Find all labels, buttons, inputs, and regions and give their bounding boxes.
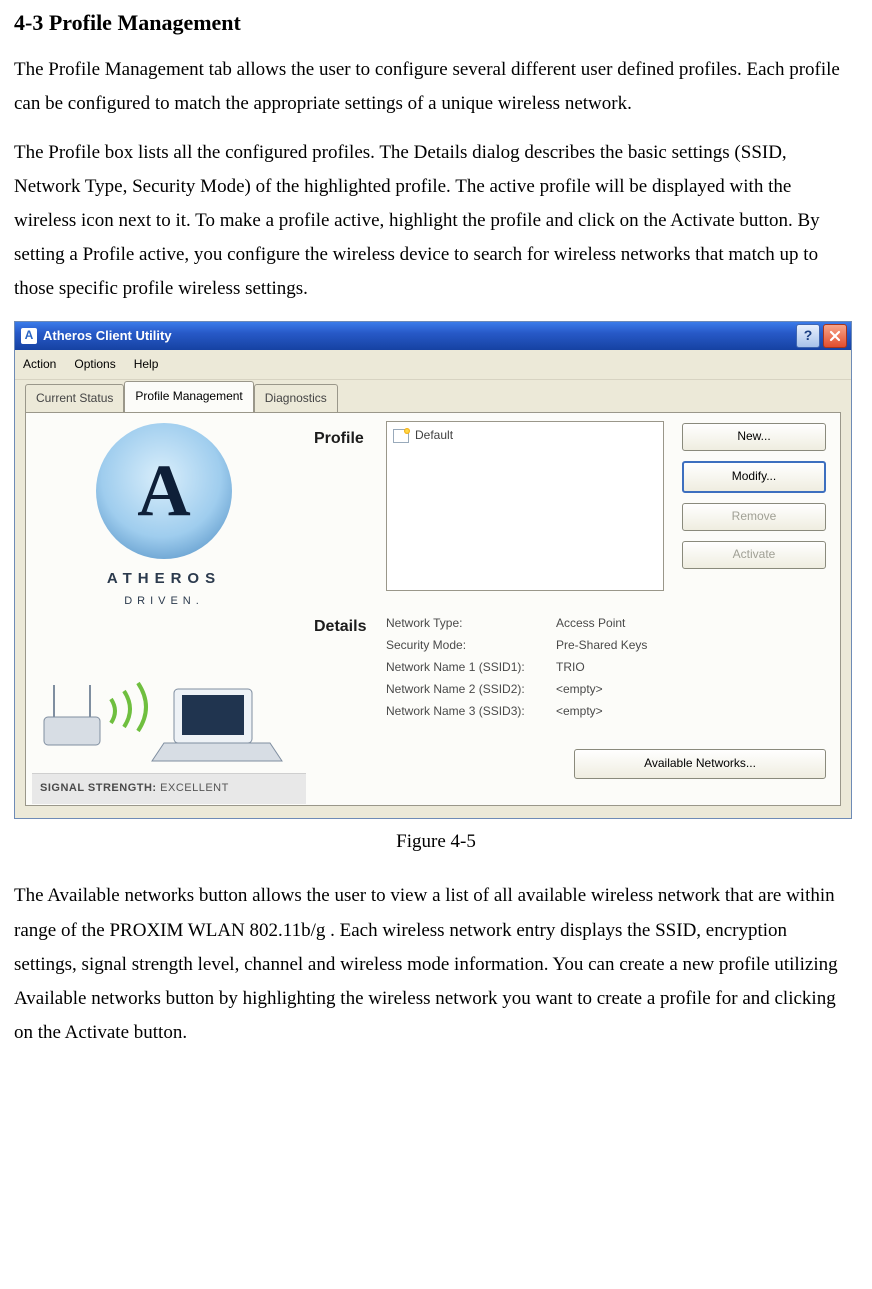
app-window: A Atheros Client Utility ? Action Option… — [14, 321, 852, 820]
tab-profile-management[interactable]: Profile Management — [124, 381, 253, 413]
logo-block: A ATHEROS DRIVEN. — [40, 423, 288, 612]
brand-tagline: DRIVEN. — [40, 592, 288, 612]
signal-value: EXCELLENT — [160, 782, 229, 794]
signal-label: SIGNAL STRENGTH: — [40, 782, 157, 794]
tab-panel: A ATHEROS DRIVEN. — [25, 412, 841, 806]
paragraph-3: The Available networks button allows the… — [14, 879, 854, 1050]
details-section-label: Details — [314, 613, 366, 642]
new-button[interactable]: New... — [682, 423, 826, 451]
profile-section-label: Profile — [314, 425, 364, 454]
paragraph-1: The Profile Management tab allows the us… — [14, 53, 854, 121]
figure-caption: Figure 4-5 — [14, 825, 858, 859]
available-networks-button[interactable]: Available Networks... — [574, 749, 826, 779]
logo-icon: A — [96, 423, 232, 559]
help-button[interactable]: ? — [796, 324, 820, 348]
activate-button[interactable]: Activate — [682, 541, 826, 569]
details-key: Network Name 2 (SSID2): — [386, 679, 556, 701]
details-key: Network Name 1 (SSID1): — [386, 657, 556, 679]
details-row: Network Name 2 (SSID2): <empty> — [386, 679, 686, 701]
profile-list[interactable]: Default — [386, 421, 664, 591]
details-key: Network Name 3 (SSID3): — [386, 701, 556, 723]
profile-icon — [393, 429, 409, 443]
menu-options[interactable]: Options — [74, 354, 115, 376]
details-row: Network Type: Access Point — [386, 613, 686, 635]
signal-strength-strip: SIGNAL STRENGTH: EXCELLENT — [32, 773, 306, 804]
details-row: Network Name 3 (SSID3): <empty> — [386, 701, 686, 723]
remove-button[interactable]: Remove — [682, 503, 826, 531]
paragraph-2: The Profile box lists all the configured… — [14, 136, 854, 307]
menu-action[interactable]: Action — [23, 354, 56, 376]
tab-current-status[interactable]: Current Status — [25, 384, 124, 414]
details-value: <empty> — [556, 701, 686, 723]
details-value: <empty> — [556, 679, 686, 701]
menu-help[interactable]: Help — [134, 354, 159, 376]
details-value: Access Point — [556, 613, 686, 635]
client-area: Current Status Profile Management Diagno… — [15, 380, 851, 818]
profile-item[interactable]: Default — [387, 422, 663, 450]
details-grid: Network Type: Access Point Security Mode… — [386, 613, 686, 723]
details-key: Network Type: — [386, 613, 556, 635]
details-row: Security Mode: Pre-Shared Keys — [386, 635, 686, 657]
brand-name: ATHEROS — [40, 565, 288, 592]
window-title: Atheros Client Utility — [43, 324, 793, 347]
profile-action-buttons: New... Modify... Remove Activate — [682, 423, 826, 569]
titlebar[interactable]: A Atheros Client Utility ? — [15, 322, 851, 350]
tabstrip: Current Status Profile Management Diagno… — [25, 388, 841, 412]
tab-diagnostics[interactable]: Diagnostics — [254, 384, 338, 414]
details-row: Network Name 1 (SSID1): TRIO — [386, 657, 686, 679]
details-value: Pre-Shared Keys — [556, 635, 686, 657]
profile-item-label: Default — [415, 425, 453, 447]
details-key: Security Mode: — [386, 635, 556, 657]
app-icon: A — [21, 328, 37, 344]
modify-button[interactable]: Modify... — [682, 461, 826, 493]
close-button[interactable] — [823, 324, 847, 348]
details-value: TRIO — [556, 657, 686, 679]
section-heading: 4-3 Profile Management — [14, 10, 294, 35]
connection-illustration-icon — [36, 673, 288, 769]
menubar: Action Options Help — [15, 350, 851, 381]
